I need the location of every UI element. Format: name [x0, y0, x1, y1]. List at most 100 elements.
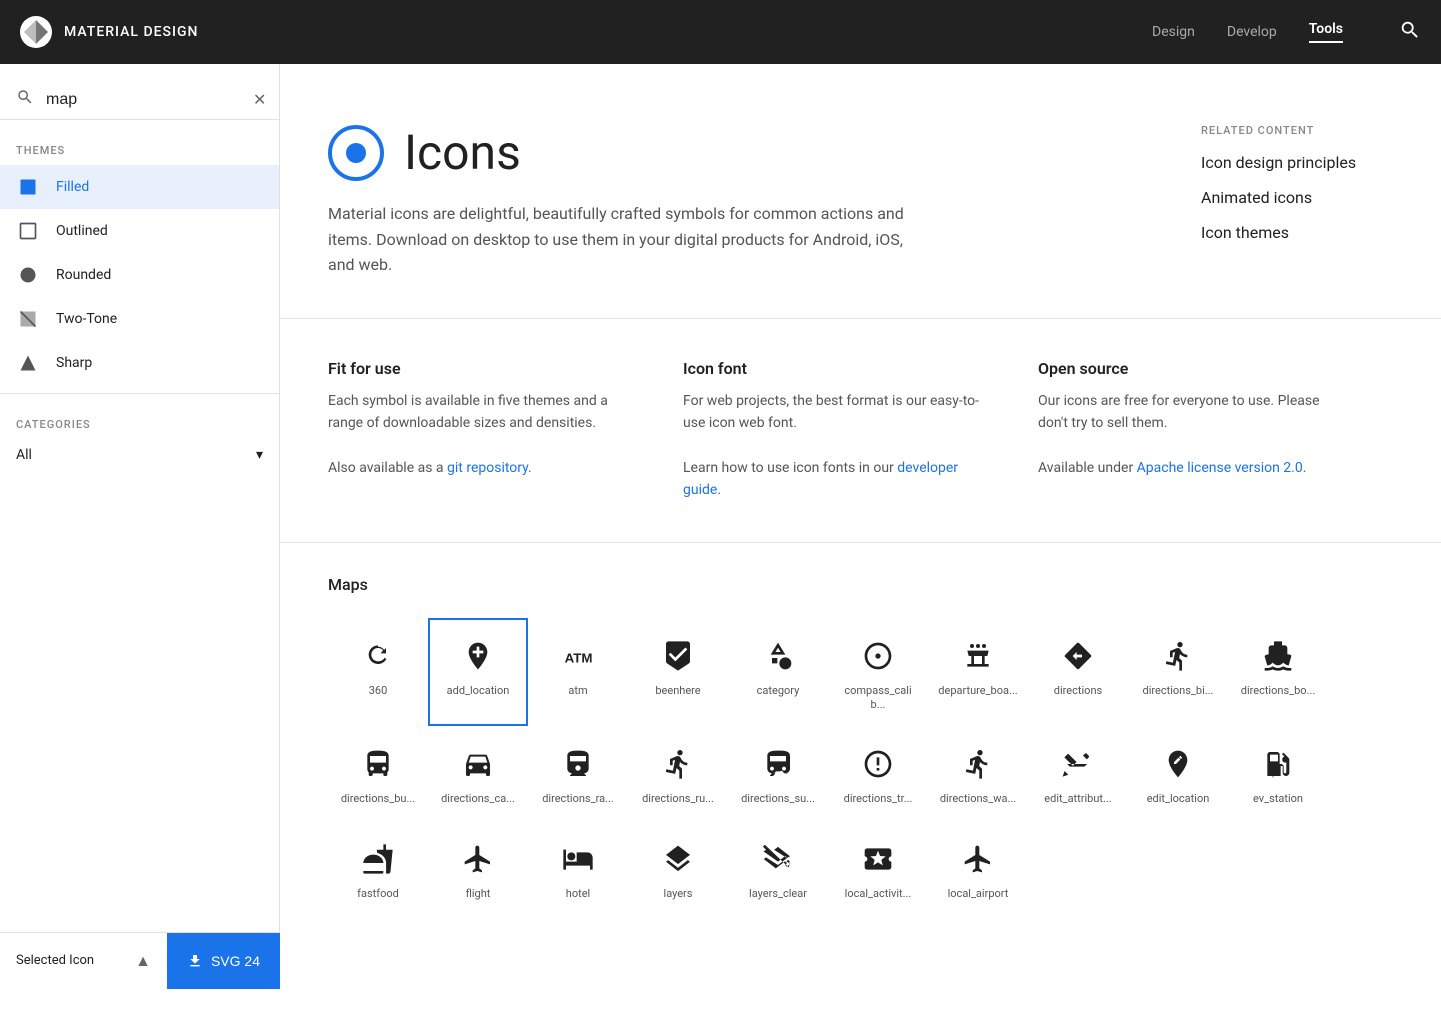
divider: [0, 393, 279, 394]
ev_station-icon: [1258, 744, 1298, 784]
related-icon-design[interactable]: Icon design principles: [1201, 153, 1393, 172]
category-select[interactable]: All ▾: [16, 439, 263, 471]
360-label: 360: [369, 684, 388, 698]
icon-cell-hotel[interactable]: hotel: [528, 821, 628, 915]
icon-cell-edit_attribut[interactable]: edit_attribut...: [1028, 726, 1128, 820]
icon-cell-layers_clear[interactable]: layers_clear: [728, 821, 828, 915]
icon-cell-directions_bu[interactable]: directions_bu...: [328, 726, 428, 820]
download-icon: [187, 953, 203, 969]
icon-cell-beenhere[interactable]: beenhere: [628, 618, 728, 727]
icon-cell-directions_bi[interactable]: directions_bi...: [1128, 618, 1228, 727]
apache-license-link[interactable]: Apache license version 2.0: [1137, 460, 1303, 476]
git-repo-link[interactable]: git repository: [447, 460, 528, 476]
add_location-label: add_location: [447, 684, 510, 698]
icon-cell-directions_ru[interactable]: directions_ru...: [628, 726, 728, 820]
local_airport-icon: [958, 839, 998, 879]
theme-outlined-label: Outlined: [56, 223, 108, 239]
feature-source-desc: Our icons are free for everyone to use. …: [1038, 390, 1345, 480]
icon-cell-atm[interactable]: ATM atm: [528, 618, 628, 727]
icon-cell-ev_station[interactable]: ev_station: [1228, 726, 1328, 820]
directions_ca-icon: [458, 744, 498, 784]
icon-cell-directions_ra[interactable]: directions_ra...: [528, 726, 628, 820]
icon-cell-directions_bo[interactable]: directions_bo...: [1228, 618, 1328, 727]
theme-filled-label: Filled: [56, 179, 89, 195]
features-row: Fit for use Each symbol is available in …: [280, 319, 1441, 543]
360-icon: [358, 636, 398, 676]
atm-label: atm: [568, 684, 587, 698]
directions_wa-icon: [958, 744, 998, 784]
directions_tr-label: directions_tr...: [844, 792, 913, 806]
feature-fit-desc: Each symbol is available in five themes …: [328, 390, 635, 480]
category-label: category: [757, 684, 800, 698]
clear-search-icon[interactable]: ✕: [253, 90, 266, 109]
icon-cell-360[interactable]: 360: [328, 618, 428, 727]
outlined-icon: [16, 219, 40, 243]
sidebar: map ✕ THEMES Filled Outlined Rounded: [0, 64, 280, 988]
download-label: SVG 24: [211, 953, 260, 969]
chevron-up-icon[interactable]: ▲: [135, 951, 151, 971]
local_activit-label: local_activit...: [845, 887, 912, 901]
related-animated-icons[interactable]: Animated icons: [1201, 188, 1393, 207]
layers_clear-label: layers_clear: [749, 887, 807, 901]
layers-icon: [658, 839, 698, 879]
icon-cell-directions_ca[interactable]: directions_ca...: [428, 726, 528, 820]
filled-icon: [16, 175, 40, 199]
icons-section-title: Maps: [328, 575, 1393, 594]
directions_ru-icon: [658, 744, 698, 784]
main-content: Icons Material icons are delightful, bea…: [280, 64, 1441, 1015]
directions_su-label: directions_su...: [741, 792, 815, 806]
hotel-label: hotel: [566, 887, 590, 901]
edit_attribut-icon: [1058, 744, 1098, 784]
icon-cell-edit_location[interactable]: edit_location: [1128, 726, 1228, 820]
categories-label: CATEGORIES: [16, 418, 263, 431]
atm-icon: ATM: [558, 636, 598, 676]
icon-cell-local_activit[interactable]: local_activit...: [828, 821, 928, 915]
edit_attribut-label: edit_attribut...: [1044, 792, 1111, 806]
directions_ca-label: directions_ca...: [441, 792, 515, 806]
icon-cell-compass_calib[interactable]: compass_calib...: [828, 618, 928, 727]
related-icon-themes[interactable]: Icon themes: [1201, 223, 1393, 242]
hero-section: Icons Material icons are delightful, bea…: [280, 64, 1441, 319]
feature-icon-font: Icon font For web projects, the best for…: [683, 359, 1038, 502]
search-icon[interactable]: [1399, 19, 1421, 46]
svg-text:ATM: ATM: [565, 650, 593, 665]
icon-cell-directions[interactable]: directions: [1028, 618, 1128, 727]
nav-design[interactable]: Design: [1152, 24, 1195, 40]
directions_bo-label: directions_bo...: [1241, 684, 1316, 698]
icon-cell-directions_su[interactable]: directions_su...: [728, 726, 828, 820]
ev_station-label: ev_station: [1253, 792, 1303, 806]
directions_bi-label: directions_bi...: [1143, 684, 1214, 698]
icon-cell-departure_boa[interactable]: departure_boa...: [928, 618, 1028, 727]
icons-grid: 360 add_location ATM atm beenhere category com…: [328, 618, 1393, 915]
flight-icon: [458, 839, 498, 879]
bottom-bar: Selected Icon ▲ SVG 24: [0, 932, 280, 988]
icon-cell-directions_tr[interactable]: directions_tr...: [828, 726, 928, 820]
theme-filled[interactable]: Filled: [0, 165, 279, 209]
icon-cell-local_airport[interactable]: local_airport: [928, 821, 1028, 915]
directions_bu-label: directions_bu...: [341, 792, 415, 806]
icon-cell-flight[interactable]: flight: [428, 821, 528, 915]
top-nav: MATERIAL DESIGN Design Develop Tools: [0, 0, 1441, 64]
icon-cell-layers[interactable]: layers: [628, 821, 728, 915]
download-button[interactable]: SVG 24: [167, 933, 280, 989]
themes-label: THEMES: [0, 128, 279, 165]
fastfood-label: fastfood: [357, 887, 399, 901]
theme-outlined[interactable]: Outlined: [0, 209, 279, 253]
directions_tr-icon: [858, 744, 898, 784]
icon-cell-category[interactable]: category: [728, 618, 828, 727]
feature-fit-extra: Also available as a: [328, 460, 447, 476]
hero-description: Material icons are delightful, beautiful…: [328, 201, 908, 278]
icon-cell-add_location[interactable]: add_location: [428, 618, 528, 727]
theme-sharp[interactable]: Sharp: [0, 341, 279, 385]
nav-develop[interactable]: Develop: [1227, 24, 1277, 40]
search-input[interactable]: map: [46, 91, 253, 109]
theme-two-tone[interactable]: Two-Tone: [0, 297, 279, 341]
icon-cell-fastfood[interactable]: fastfood: [328, 821, 428, 915]
theme-rounded[interactable]: Rounded: [0, 253, 279, 297]
icon-cell-directions_wa[interactable]: directions_wa...: [928, 726, 1028, 820]
nav-tools[interactable]: Tools: [1309, 21, 1343, 43]
hero-left: Icons Material icons are delightful, bea…: [328, 124, 1153, 278]
departure_boa-icon: [958, 636, 998, 676]
directions_bo-icon: [1258, 636, 1298, 676]
compass_calib-label: compass_calib...: [838, 684, 918, 713]
